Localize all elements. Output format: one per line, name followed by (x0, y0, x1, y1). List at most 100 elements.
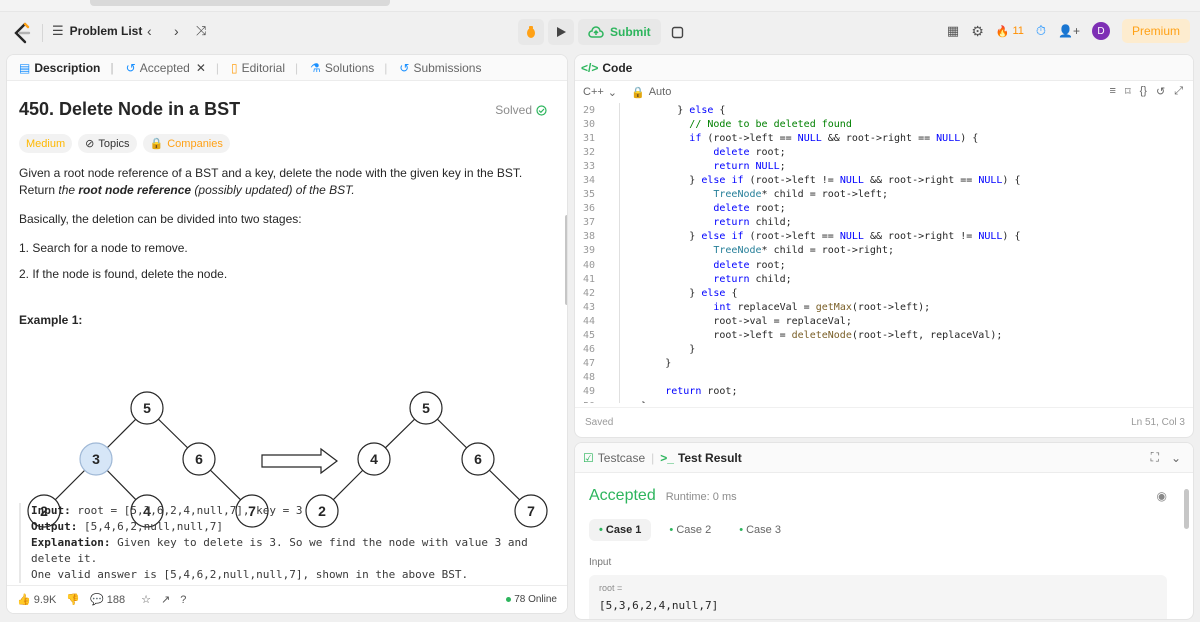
line-number: 48 (582, 372, 595, 384)
line-content: } (605, 401, 647, 403)
tab-accepted[interactable]: ↺ Accepted ✕ | (120, 55, 225, 81)
online-dot (506, 597, 512, 602)
code-icon: </> (581, 60, 599, 75)
debug-button[interactable] (518, 19, 544, 45)
companies-label: Companies (167, 137, 223, 150)
code-line: 29 } else { (575, 103, 1185, 117)
submit-button[interactable]: Submit (578, 19, 661, 45)
line-content: if (root->left == NULL && root->right ==… (689, 132, 979, 144)
tab-testcase[interactable]: ☑ Testcase (583, 451, 645, 465)
line-number: 43 (582, 301, 595, 313)
history-icon: ↺ (125, 60, 136, 75)
topics-tag[interactable]: ⊘ Topics (78, 134, 137, 153)
help-icon[interactable]: ? (180, 594, 186, 606)
language-select[interactable]: C++ ⌄ (583, 86, 617, 99)
case-tab-1[interactable]: • Case 1 (589, 519, 652, 541)
difficulty-tag[interactable]: Medium (19, 134, 73, 153)
input-var-name: root = (599, 583, 623, 593)
description-tabs: ▤ Description | ↺ Accepted ✕ | ▯ Editori… (7, 55, 567, 81)
reset-icon[interactable]: ↺ (1156, 85, 1165, 98)
input-var-value: [5,3,6,2,4,null,7] (599, 599, 719, 612)
tab-divider: | (215, 60, 220, 75)
case-tab-2[interactable]: • Case 2 (659, 519, 721, 541)
result-verdict: Accepted Runtime: 0 ms (589, 487, 737, 505)
code-header: </> Code (575, 55, 1193, 81)
code-toolbar: C++ ⌄ 🔒 Auto ≡ ⌑ {} ↺ ⤢ (575, 81, 1193, 103)
notes-button[interactable] (665, 19, 691, 45)
line-number: 45 (582, 330, 595, 342)
premium-button[interactable]: Premium (1121, 19, 1190, 43)
format-icon[interactable]: ≡ (1110, 85, 1116, 98)
like-button[interactable]: 👍 9.9K (17, 593, 56, 607)
run-button[interactable] (548, 19, 574, 45)
next-problem-icon[interactable]: › (174, 23, 179, 39)
after-tree-node: 4 (357, 442, 391, 476)
tab-submissions[interactable]: ↺ Submissions (393, 55, 487, 81)
line-number: 41 (582, 273, 595, 285)
language-value: C++ (583, 86, 604, 98)
line-content: } else if (root->left == NULL && root->r… (605, 231, 1021, 243)
code-line: 43 int replaceVal = getMax(root->left); (575, 300, 1185, 314)
description-panel: ▤ Description | ↺ Accepted ✕ | ▯ Editori… (6, 54, 568, 614)
line-number: 29 (582, 104, 595, 116)
dislike-icon[interactable]: 👎 (66, 593, 80, 606)
code-line: 42 } else { (575, 286, 1185, 300)
terminal-icon: >_ (660, 450, 674, 465)
code-editor[interactable]: 29 } else {30 // Node to be deleted foun… (575, 103, 1185, 403)
step-1: 1. Search for a node to remove. (19, 241, 188, 255)
layout-grid-icon[interactable]: ▦ (947, 23, 959, 39)
bookmark-icon[interactable]: ⌑ (1125, 85, 1131, 98)
test-scrollbar[interactable] (1184, 489, 1189, 529)
user-avatar[interactable]: D (1091, 22, 1110, 40)
shuffle-icon[interactable]: ⤨ (196, 23, 206, 39)
solved-badge: Solved (495, 103, 547, 117)
streak-counter[interactable]: 🔥 11 (996, 25, 1024, 38)
line-content: // Node to be deleted found (689, 118, 852, 130)
collapse-panel-icon[interactable]: ⌄ (1171, 451, 1181, 465)
tab-test-result-label: Test Result (677, 450, 742, 465)
after-tree-node: 6 (461, 442, 495, 476)
line-number: 36 (582, 203, 595, 215)
problem-list-button[interactable]: ☰ Problem List (52, 23, 142, 39)
tab-accepted-label: Accepted (139, 60, 190, 75)
star-icon[interactable]: ☆ (141, 593, 151, 606)
leetcode-logo-icon[interactable] (12, 22, 32, 44)
description-paragraph-2: Basically, the deletion can be divided i… (19, 212, 302, 226)
companies-tag[interactable]: 🔒 Companies (142, 134, 230, 153)
line-content: delete root; (713, 259, 786, 271)
share-icon[interactable]: ↗ (161, 593, 170, 606)
online-count: 78 Online (506, 594, 557, 605)
case-tab-3[interactable]: • Case 3 (729, 519, 791, 541)
add-friend-icon[interactable]: 👤+ (1058, 24, 1080, 38)
expand-icon[interactable]: ⤢ (1174, 85, 1183, 98)
cursor-position: Ln 51, Col 3 (1131, 417, 1185, 428)
prev-problem-icon[interactable]: ‹ (147, 23, 152, 39)
description-scrollbar[interactable] (565, 215, 567, 305)
navbar: ☰ Problem List ‹ › ⤨ Submit ▦ ⚙ 🔥 11 ⏱ 👤… (0, 14, 1200, 52)
line-content: int replaceVal = getMax(root->left); (713, 301, 931, 313)
code-line: 46 } (575, 343, 1185, 357)
braces-icon[interactable]: {} (1140, 85, 1147, 98)
close-tab-icon[interactable]: ✕ (196, 61, 206, 75)
tab-solutions[interactable]: ⚗ Solutions | (304, 55, 393, 81)
settings-gear-icon[interactable]: ⚙ (971, 23, 984, 40)
line-number: 49 (582, 386, 595, 398)
timer-icon[interactable]: ⏱ (1036, 23, 1046, 39)
code-line: 44 root->val = replaceVal; (575, 314, 1185, 328)
expand-panel-icon[interactable]: ⛶ (1151, 450, 1159, 465)
runtime-label: Runtime: 0 ms (665, 491, 737, 503)
eye-icon[interactable]: ◉ (1157, 489, 1167, 503)
tab-test-result[interactable]: >_ Test Result (660, 451, 741, 465)
code-line: 50 } (575, 399, 1185, 403)
code-line: 48 (575, 371, 1185, 385)
before-tree-node-label: 6 (195, 451, 203, 467)
output-value: [5,4,6,2,null,null,7] (77, 520, 224, 533)
after-tree-node-label: 5 (422, 400, 430, 416)
tab-description[interactable]: ▤ Description | (13, 55, 120, 81)
autocomplete-mode[interactable]: 🔒 Auto (631, 86, 671, 99)
verdict-label: Accepted (589, 487, 656, 504)
tab-editorial[interactable]: ▯ Editorial | (225, 55, 304, 81)
comments-button[interactable]: 💬 188 (90, 593, 125, 607)
play-icon (557, 27, 566, 37)
line-content: } else { (605, 287, 738, 299)
